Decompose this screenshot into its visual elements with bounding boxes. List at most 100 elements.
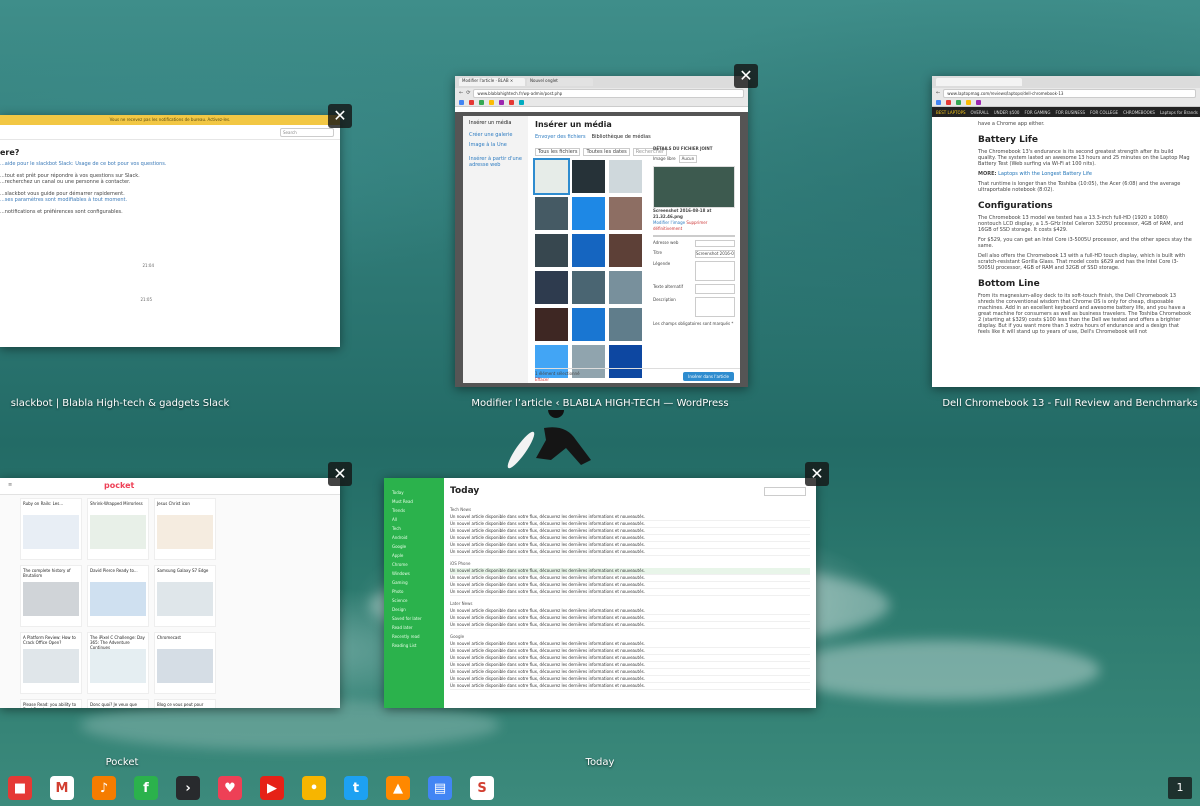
media-thumbnail[interactable] <box>572 160 605 193</box>
window-wordpress[interactable]: Modifier l'article · BLAB × Nouvel ongle… <box>455 76 748 387</box>
pocket-card[interactable]: A Platform Review: How to Crack Office O… <box>20 632 82 694</box>
feedly-sidebar-item[interactable]: Science <box>384 596 444 605</box>
feedly-sidebar-item[interactable]: Reading List <box>384 641 444 650</box>
address-bar[interactable]: www.blablahightech.fr/wp-admin/post.php <box>473 88 744 98</box>
close-icon[interactable]: ✕ <box>805 462 829 486</box>
site-nav-item[interactable]: BEST LAPTOPS <box>936 110 966 115</box>
feed-row[interactable]: Un nouvel article disponible dans votre … <box>450 622 810 629</box>
menu-featured-image[interactable]: Image à la Une <box>463 140 528 150</box>
feedly-sidebar-item[interactable]: Trends <box>384 506 444 515</box>
site-nav-item[interactable]: FOR BUSINESS <box>1056 110 1086 115</box>
shelf-photos-icon[interactable]: ■ <box>8 776 32 800</box>
description-input[interactable] <box>695 297 735 317</box>
shelf-slack-icon[interactable]: S <box>470 776 494 800</box>
pocket-card[interactable]: Ruby on Rails: Les... <box>20 498 82 560</box>
menu-insert-media[interactable]: Insérer un média <box>463 116 528 130</box>
slack-search-input[interactable]: Search <box>280 127 334 137</box>
menu-insert-url[interactable]: Insérer à partir d'une adresse web <box>463 150 528 174</box>
feedly-sidebar-item[interactable]: Gaming <box>384 578 444 587</box>
caption-input[interactable] <box>695 261 735 281</box>
feedly-sidebar-item[interactable]: Today <box>384 488 444 497</box>
feed-row[interactable]: Un nouvel article disponible dans votre … <box>450 521 810 528</box>
site-nav-item[interactable]: Laptops for Brands <box>1160 110 1198 115</box>
feed-row[interactable]: Un nouvel article disponible dans votre … <box>450 662 810 669</box>
feed-row[interactable]: Un nouvel article disponible dans votre … <box>450 615 810 622</box>
shelf-files-icon[interactable]: ▤ <box>428 776 452 800</box>
pocket-card[interactable]: Chromecast <box>154 632 216 694</box>
feed-row[interactable]: Un nouvel article disponible dans votre … <box>450 542 810 549</box>
site-nav-item[interactable]: UNDER $500 <box>994 110 1020 115</box>
browser-tab[interactable] <box>936 78 1022 86</box>
pocket-card[interactable]: Shrink-Wrapped Mirrorless <box>87 498 149 560</box>
menu-create-gallery[interactable]: Créer une galerie <box>463 130 528 140</box>
shelf-feedly-icon[interactable]: f <box>134 776 158 800</box>
edit-image-link[interactable]: Modifier l'image <box>653 220 685 225</box>
alt-input[interactable] <box>695 284 735 294</box>
feed-row[interactable]: Un nouvel article disponible dans votre … <box>450 514 810 521</box>
feedly-sidebar-item[interactable]: Google <box>384 542 444 551</box>
feedly-sidebar-item[interactable]: Read later <box>384 623 444 632</box>
feed-row[interactable]: Un nouvel article disponible dans votre … <box>450 575 810 582</box>
feed-row[interactable]: Un nouvel article disponible dans votre … <box>450 589 810 596</box>
title-input[interactable]: Screenshot 2016-08-18 at 21.32.46 <box>695 250 735 258</box>
address-bar[interactable]: www.laptopmag.com/reviews/laptops/dell-c… <box>943 88 1196 98</box>
shelf-gmail-icon[interactable]: M <box>50 776 74 800</box>
tab-library[interactable]: Bibliothèque de médias <box>592 134 651 140</box>
media-thumbnail[interactable] <box>609 160 642 193</box>
close-icon[interactable]: ✕ <box>734 64 758 88</box>
site-nav-item[interactable]: FOR COLLEGE <box>1090 110 1118 115</box>
feedly-sidebar-item[interactable]: Android <box>384 533 444 542</box>
site-nav-item[interactable]: CHROMEBOOKS <box>1123 110 1155 115</box>
feedly-sidebar-item[interactable]: Must Read <box>384 497 444 506</box>
feed-row[interactable]: Un nouvel article disponible dans votre … <box>450 535 810 542</box>
feedly-sidebar-item[interactable]: Chrome <box>384 560 444 569</box>
media-thumbnail[interactable] <box>609 234 642 267</box>
insert-into-post-button[interactable]: Insérer dans l'article <box>683 372 734 381</box>
pocket-card[interactable]: Jesus Christ icon <box>154 498 216 560</box>
feed-row[interactable]: Un nouvel article disponible dans votre … <box>450 655 810 662</box>
feed-row[interactable]: Un nouvel article disponible dans votre … <box>450 582 810 589</box>
pocket-card[interactable]: Samsung Galaxy S7 Edge <box>154 565 216 627</box>
feedly-sidebar-item[interactable]: Apple <box>384 551 444 560</box>
window-pocket[interactable]: pocket ≡ Ruby on Rails: Les... Shrink-Wra… <box>0 478 340 708</box>
status-tray[interactable]: 1 <box>1168 777 1192 799</box>
feedly-sidebar-item[interactable]: Photo <box>384 587 444 596</box>
media-thumbnail[interactable] <box>609 197 642 230</box>
media-thumbnail[interactable] <box>572 271 605 304</box>
media-thumbnail[interactable] <box>535 234 568 267</box>
back-icon[interactable]: ← <box>936 90 940 96</box>
feed-row[interactable]: Un nouvel article disponible dans votre … <box>450 676 810 683</box>
media-thumbnail[interactable] <box>572 197 605 230</box>
feed-row[interactable]: Un nouvel article disponible dans votre … <box>450 683 810 690</box>
browser-tab[interactable]: Modifier l'article · BLAB × <box>459 78 525 86</box>
shelf-vlc-icon[interactable]: ▲ <box>386 776 410 800</box>
site-nav-item[interactable]: FOR GAMING <box>1024 110 1050 115</box>
filter-date-select[interactable]: Toutes les dates <box>583 148 630 156</box>
filter-type-select[interactable]: Tous les fichiers <box>535 148 581 156</box>
feedly-sidebar-item[interactable]: Tech <box>384 524 444 533</box>
pocket-card[interactable]: Blog ce vous peut pour <box>154 699 216 708</box>
media-thumbnail[interactable] <box>609 308 642 341</box>
shelf-pocket-icon[interactable]: ♥ <box>218 776 242 800</box>
feed-row[interactable]: Un nouvel article disponible dans votre … <box>450 549 810 556</box>
feed-row[interactable]: Un nouvel article disponible dans votre … <box>450 528 810 535</box>
media-thumbnail[interactable] <box>535 271 568 304</box>
shelf-plex-icon[interactable]: › <box>176 776 200 800</box>
feed-search-input[interactable] <box>764 487 806 496</box>
feed-row[interactable]: Un nouvel article disponible dans votre … <box>450 648 810 655</box>
media-thumbnail[interactable] <box>535 197 568 230</box>
reload-icon[interactable]: ⟳ <box>466 90 470 96</box>
feed-row[interactable]: Un nouvel article disponible dans votre … <box>450 568 810 575</box>
feedly-sidebar-item[interactable]: All <box>384 515 444 524</box>
feed-row[interactable]: Un nouvel article disponible dans votre … <box>450 608 810 615</box>
field-select[interactable]: Aucun <box>678 155 698 163</box>
pocket-card[interactable]: Please Read: you ability to Dual-Band <box>20 699 82 708</box>
shelf-youtube-icon[interactable]: ▶ <box>260 776 284 800</box>
menu-icon[interactable]: ≡ <box>8 482 12 488</box>
close-icon[interactable]: ✕ <box>328 104 352 128</box>
media-thumbnail[interactable] <box>535 308 568 341</box>
media-thumbnail[interactable] <box>609 271 642 304</box>
pocket-card[interactable]: Donc quoi? Je veux que <box>87 699 149 708</box>
window-slack[interactable]: Vous ne recevez pas les notifications de… <box>0 115 340 347</box>
browser-tab[interactable]: Nouvel onglet <box>527 78 593 86</box>
